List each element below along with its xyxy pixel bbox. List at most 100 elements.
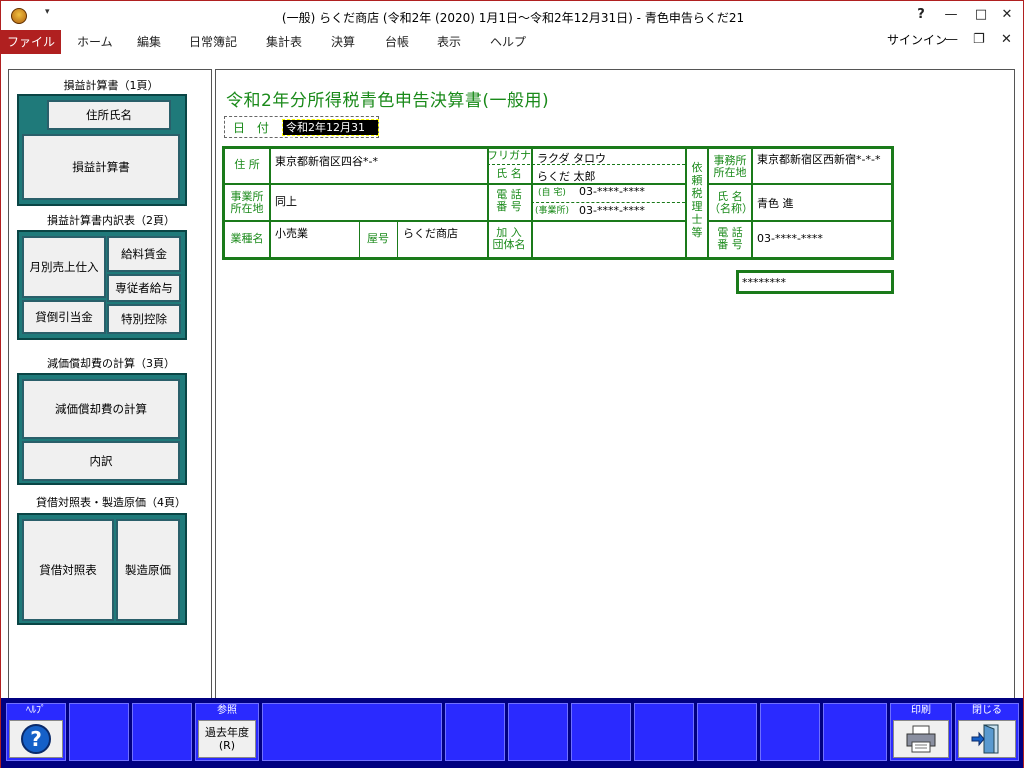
agent-office-value[interactable]: 東京都新宿区西新宿*-*-* xyxy=(757,153,889,166)
menu-help[interactable]: ヘルプ xyxy=(490,30,526,54)
group-pl: 住所氏名 損益計算書 xyxy=(17,94,187,206)
row-divider xyxy=(709,183,891,185)
date-input[interactable]: 令和2年12月31日 xyxy=(282,119,379,149)
fkey-close-label: 閉じる xyxy=(972,705,1002,716)
page-title: 令和2年分所得税青色申告決算書(一般用) xyxy=(226,91,550,111)
office-phone-label: (事業所) xyxy=(534,206,570,216)
fkey-empty xyxy=(262,703,442,761)
section-depreciation-label: 減価償却費の計算（3頁） xyxy=(47,357,175,370)
fkey-print[interactable]: 印刷 xyxy=(890,703,952,761)
industry-value[interactable]: 小売業 xyxy=(275,225,308,241)
fkey-reference-label: 参照 xyxy=(217,705,237,716)
agent-registration-field[interactable]: ******** xyxy=(736,270,894,294)
minimize-icon[interactable]: — xyxy=(941,7,961,22)
ribbon-restore-icon[interactable]: ❐ xyxy=(973,32,985,47)
agent-name-label: 氏 名（名称） xyxy=(709,190,753,215)
fkey-empty xyxy=(571,703,631,761)
group-label: 加 入 団体名 xyxy=(492,226,526,251)
printer-icon[interactable] xyxy=(893,720,949,758)
section-bs-label: 貸借対照表・製造原価（4頁） xyxy=(36,496,186,509)
menu-edit[interactable]: 編集 xyxy=(137,30,161,54)
salary-button[interactable]: 給料賃金 xyxy=(107,236,181,272)
depreciation-calc-button[interactable]: 減価償却費の計算 xyxy=(22,379,180,439)
col-divider xyxy=(269,149,271,257)
bad-debt-button[interactable]: 貸倒引当金 xyxy=(22,300,106,334)
group-pl-detail: 月別売上仕入 給料賃金 専従者給与 貸倒引当金 特別控除 xyxy=(17,230,187,340)
menu-file[interactable]: ファイル xyxy=(1,30,61,54)
ribbon-close-icon[interactable]: ✕ xyxy=(1001,32,1012,47)
menu-home[interactable]: ホーム xyxy=(77,30,113,54)
name-value[interactable]: らくだ 太郎 xyxy=(537,168,596,184)
title-bar: ▾ (一般) らくだ商店 (令和2年 (2020) 1月1日～令和2年12月31… xyxy=(0,0,1024,30)
help-icon[interactable]: ? xyxy=(9,720,63,758)
family-employee-salary-button[interactable]: 専従者給与 xyxy=(107,274,181,302)
col-divider xyxy=(685,149,687,257)
function-key-bar: ﾍﾙﾌﾟ ? 参照 過去年度 (R) 印刷 閉じる xyxy=(0,698,1024,768)
col-divider xyxy=(397,220,398,257)
tax-agent-label: 依頼税理士等 xyxy=(691,161,703,239)
office-location-value[interactable]: 同上 xyxy=(275,193,297,209)
fkey-empty xyxy=(760,703,820,761)
past-year-button[interactable]: 過去年度 (R) xyxy=(198,720,256,758)
phone-label: 電 話 番 号 xyxy=(496,188,522,213)
row-divider xyxy=(225,220,687,222)
menu-ledger[interactable]: 台帳 xyxy=(385,30,409,54)
date-label: 日 付 xyxy=(233,121,273,135)
menu-summary[interactable]: 集計表 xyxy=(266,30,302,54)
home-phone-value[interactable]: 03-****-**** xyxy=(579,185,645,198)
office-phone-value[interactable]: 03-****-**** xyxy=(579,204,645,217)
menu-bar: ファイル ホーム 編集 日常簿記 集計表 決算 台帳 表示 ヘルプ サインイン … xyxy=(0,30,1024,54)
section-pl-label: 損益計算書（1頁） xyxy=(63,79,159,92)
fkey-close[interactable]: 閉じる xyxy=(955,703,1019,761)
menu-daily-bookkeeping[interactable]: 日常簿記 xyxy=(189,30,237,54)
group-bs: 貸借対照表 製造原価 xyxy=(17,513,187,625)
fkey-empty xyxy=(132,703,192,761)
balance-sheet-button[interactable]: 貸借対照表 xyxy=(22,519,114,621)
help-button[interactable]: ? xyxy=(911,7,931,22)
home-phone-label: (自 宅) xyxy=(538,188,566,198)
fkey-empty xyxy=(445,703,505,761)
maximize-icon[interactable]: □ xyxy=(971,7,991,22)
furigana-label: フリガナ xyxy=(487,149,531,162)
address-label: 住 所 xyxy=(234,158,260,171)
agent-registration-value: ******** xyxy=(742,276,786,289)
fkey-reference[interactable]: 参照 過去年度 (R) xyxy=(195,703,259,761)
sidebar: 損益計算書（1頁） 住所氏名 損益計算書 損益計算書内訳表（2頁） 月別売上仕入… xyxy=(8,69,212,743)
menu-closing[interactable]: 決算 xyxy=(331,30,355,54)
pl-statement-button[interactable]: 損益計算書 xyxy=(22,134,180,200)
exit-door-icon[interactable] xyxy=(958,720,1016,758)
fkey-help[interactable]: ﾍﾙﾌﾟ ? xyxy=(6,703,66,761)
ribbon-minimize-icon[interactable]: — xyxy=(945,32,958,47)
close-icon[interactable]: ✕ xyxy=(997,7,1017,22)
row-subdivider xyxy=(531,202,685,203)
row-divider xyxy=(709,220,891,222)
monthly-sales-button[interactable]: 月別売上仕入 xyxy=(22,236,106,298)
depreciation-detail-button[interactable]: 内訳 xyxy=(22,441,180,481)
address-value[interactable]: 東京都新宿区四谷*-* xyxy=(275,153,378,169)
industry-label: 業種名 xyxy=(230,232,264,245)
office-location-label: 事業所所在地 xyxy=(230,190,264,215)
shop-name-value[interactable]: らくだ商店 xyxy=(403,225,458,241)
agent-phone-label: 電 話 番 号 xyxy=(717,226,743,251)
special-deduction-button[interactable]: 特別控除 xyxy=(107,304,181,334)
fkey-empty xyxy=(634,703,694,761)
date-field-box: 日 付 令和2年12月31日 xyxy=(224,116,379,149)
signin-link[interactable]: サインイン xyxy=(887,30,947,50)
agent-name-value[interactable]: 青色 進 xyxy=(757,195,794,211)
workspace: 損益計算書（1頁） 住所氏名 損益計算書 損益計算書内訳表（2頁） 月別売上仕入… xyxy=(0,54,1024,743)
name-label: 氏 名 xyxy=(496,167,522,180)
fkey-print-label: 印刷 xyxy=(911,705,931,716)
fkey-empty xyxy=(508,703,568,761)
menu-view[interactable]: 表示 xyxy=(437,30,461,54)
fkey-help-label: ﾍﾙﾌﾟ xyxy=(26,705,46,716)
main-content: 令和2年分所得税青色申告決算書(一般用) 日 付 令和2年12月31日 住 所 … xyxy=(215,69,1015,743)
address-name-button[interactable]: 住所氏名 xyxy=(47,100,171,130)
group-depreciation: 減価償却費の計算 内訳 xyxy=(17,373,187,485)
section-pl-detail-label: 損益計算書内訳表（2頁） xyxy=(47,214,175,227)
group-value[interactable] xyxy=(537,225,683,253)
col-divider xyxy=(487,149,489,257)
agent-phone-value[interactable]: 03-****-**** xyxy=(757,232,823,245)
fkey-empty xyxy=(823,703,887,761)
furigana-value[interactable]: ラクダ タロウ xyxy=(537,150,606,166)
manufacturing-cost-button[interactable]: 製造原価 xyxy=(116,519,180,621)
